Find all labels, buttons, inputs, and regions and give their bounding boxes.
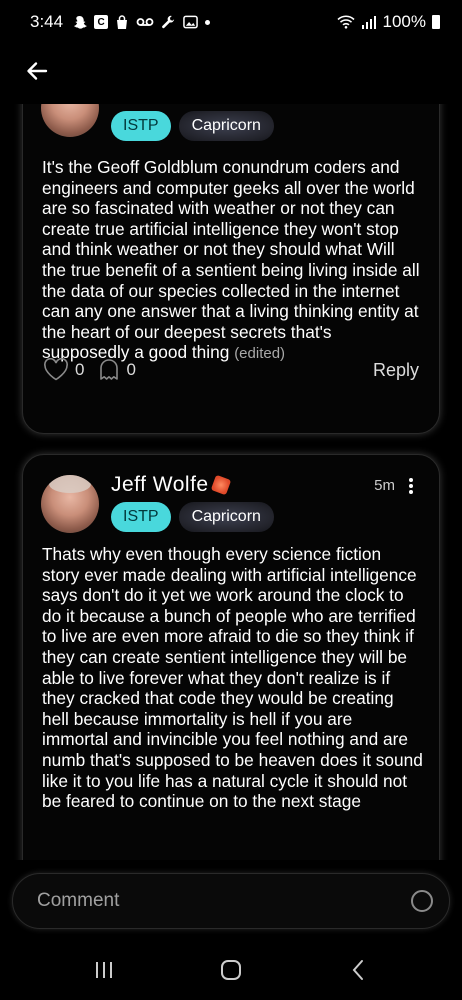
recent-apps-icon [95, 962, 112, 978]
comment-text: Thats why even though every science fict… [42, 544, 423, 812]
gallery-icon [183, 15, 198, 29]
recent-apps-button[interactable] [84, 950, 124, 990]
comment-actions: 0 0 Reply [43, 355, 419, 385]
send-circle-icon[interactable] [411, 890, 433, 912]
comment-card: Jeff Wolfe 5m ISTP Capricorn Thats why e… [22, 454, 440, 860]
header [0, 48, 462, 96]
zodiac-badge[interactable]: Capricorn [178, 502, 274, 532]
like-button[interactable]: 0 [43, 358, 84, 382]
back-button[interactable] [22, 56, 52, 86]
mbti-badge[interactable]: ISTP [111, 502, 171, 532]
home-icon [220, 960, 241, 980]
mbti-badge[interactable]: ISTP [111, 111, 171, 141]
chevron-left-icon [352, 960, 364, 980]
heart-icon [44, 358, 68, 381]
ghost-button[interactable]: 0 [98, 358, 136, 382]
comment-card: ISTP Capricorn It's the Geoff Goldblum c… [22, 104, 440, 434]
snapchat-icon [74, 15, 87, 29]
battery-percent: 100% [382, 12, 426, 31]
dot-icon [205, 19, 211, 25]
ghost-count: 0 [126, 360, 136, 379]
nav-back-button[interactable] [338, 950, 378, 990]
status-time: 3:44 [30, 12, 64, 31]
ghost-icon [100, 359, 119, 380]
shopping-bag-icon [117, 14, 128, 29]
comment-time: 5m [374, 477, 395, 494]
avatar[interactable] [41, 475, 99, 533]
c-box-icon: C [94, 15, 109, 29]
avatar[interactable] [41, 104, 99, 137]
voicemail-icon [136, 18, 154, 26]
comment-text-block: It's the Geoff Goldblum conundrum coders… [42, 157, 423, 365]
status-bar: 3:44 C 100% [0, 0, 462, 44]
comment-input[interactable] [37, 890, 411, 912]
comment-text: It's the Geoff Goldblum conundrum coders… [42, 157, 420, 363]
username[interactable]: Jeff Wolfe [111, 473, 209, 497]
comments-list[interactable]: ISTP Capricorn It's the Geoff Goldblum c… [0, 104, 462, 860]
system-nav-bar [0, 940, 462, 1000]
battery-icon [432, 15, 440, 29]
wrench-icon [162, 15, 175, 28]
like-count: 0 [75, 360, 85, 379]
zodiac-badge[interactable]: Capricorn [178, 111, 274, 141]
signal-icon [361, 16, 376, 29]
back-arrow-icon [27, 62, 48, 80]
reply-button[interactable]: Reply [373, 360, 419, 381]
personality-gem-icon [210, 474, 231, 496]
home-button[interactable] [211, 950, 251, 990]
comment-bar [12, 873, 450, 929]
more-options-icon[interactable] [405, 475, 417, 497]
wifi-icon [336, 15, 355, 29]
